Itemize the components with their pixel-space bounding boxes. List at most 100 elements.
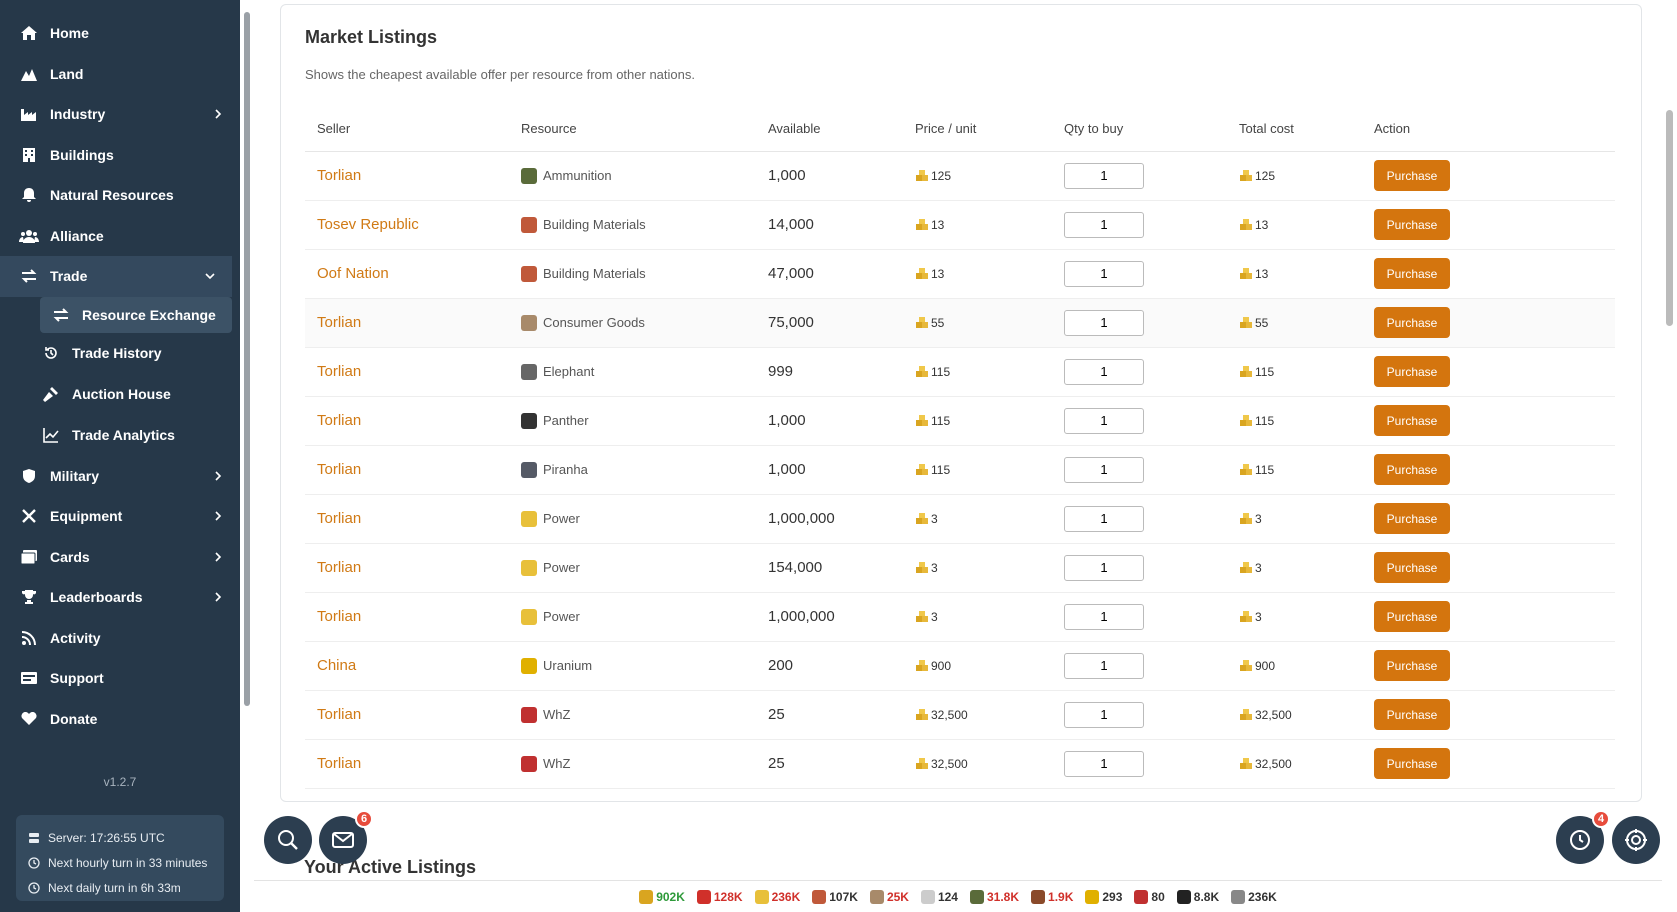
resource-bar-value: 124: [937, 889, 958, 904]
seller-link[interactable]: Torlian: [317, 755, 361, 772]
search-fab[interactable]: [264, 816, 312, 864]
available-cell: 1,000: [756, 445, 903, 495]
purchase-button[interactable]: Purchase: [1374, 650, 1450, 681]
purchase-button[interactable]: Purchase: [1374, 699, 1450, 730]
chevron-down-icon: [205, 273, 215, 280]
scrollbar-thumb[interactable]: [1666, 110, 1673, 326]
sidebar-item-trade[interactable]: Trade: [0, 256, 232, 297]
action-cell: Purchase: [1362, 151, 1615, 201]
total-cell: 13: [1227, 200, 1362, 250]
sidebar-item-land[interactable]: Land: [0, 54, 240, 95]
available-cell: 14,000: [756, 200, 903, 250]
seller-link[interactable]: Torlian: [317, 706, 361, 723]
seller-cell: Tosev Republic: [305, 200, 509, 250]
sidebar-item-cards[interactable]: Cards: [0, 537, 240, 578]
qty-input[interactable]: [1064, 554, 1144, 581]
table-row: Tosev Republic Building Materials 14,000 13…: [305, 200, 1615, 250]
action-cell: Purchase: [1362, 739, 1615, 789]
purchase-button[interactable]: Purchase: [1374, 307, 1450, 338]
price-cell: 115: [903, 347, 1052, 397]
seller-link[interactable]: Torlian: [317, 461, 361, 478]
sidebar-item-support[interactable]: Support: [0, 658, 240, 699]
seller-link[interactable]: Torlian: [317, 510, 361, 527]
total-cell: 125: [1227, 151, 1362, 201]
sidebar-item-label: Leaderboards: [50, 589, 143, 606]
sidebar-item-activity[interactable]: Activity: [0, 618, 240, 659]
main-scrollbar[interactable]: [1662, 0, 1677, 912]
main-content: Market Listings Shows the cheapest avail…: [254, 0, 1662, 912]
qty-cell: [1052, 543, 1227, 593]
resource-name: Building Materials: [543, 217, 646, 232]
qty-input[interactable]: [1064, 309, 1144, 336]
sidebar-scrollbar[interactable]: [240, 0, 254, 912]
seller-link[interactable]: Torlian: [317, 167, 361, 184]
sidebar-item-military[interactable]: Military: [0, 456, 240, 497]
purchase-button[interactable]: Purchase: [1374, 552, 1450, 583]
purchase-button[interactable]: Purchase: [1374, 601, 1450, 632]
seller-link[interactable]: Torlian: [317, 363, 361, 380]
qty-input[interactable]: [1064, 162, 1144, 189]
sidebar-subitem-auction-house[interactable]: Auction House: [0, 374, 240, 415]
seller-link[interactable]: Torlian: [317, 412, 361, 429]
scrollbar-thumb[interactable]: [244, 12, 250, 706]
target-fab[interactable]: [1612, 816, 1660, 864]
purchase-button[interactable]: Purchase: [1374, 160, 1450, 191]
resource-icon: [521, 657, 537, 674]
resource-bar-item: 124: [920, 889, 958, 904]
qty-input[interactable]: [1064, 260, 1144, 287]
available-cell: 25: [756, 690, 903, 740]
purchase-button[interactable]: Purchase: [1374, 258, 1450, 289]
sidebar-item-donate[interactable]: Donate: [0, 699, 240, 740]
total-value: 115: [1255, 413, 1275, 428]
available-value: 25: [768, 706, 785, 723]
resource-icon: [521, 608, 537, 625]
qty-input[interactable]: [1064, 407, 1144, 434]
seller-link[interactable]: Oof Nation: [317, 265, 389, 282]
qty-cell: [1052, 347, 1227, 397]
mail-icon: [332, 832, 354, 848]
seller-link[interactable]: Torlian: [317, 559, 361, 576]
total-cell: 115: [1227, 347, 1362, 397]
qty-input[interactable]: [1064, 358, 1144, 385]
sidebar-subitem-resource-exchange[interactable]: Resource Exchange: [40, 296, 232, 333]
resource-bar-value: 107K: [829, 889, 858, 904]
purchase-button[interactable]: Purchase: [1374, 356, 1450, 387]
clock-icon: [1570, 830, 1590, 850]
seller-link[interactable]: Tosev Republic: [317, 216, 419, 233]
purchase-button[interactable]: Purchase: [1374, 748, 1450, 779]
seller-link[interactable]: Torlian: [317, 608, 361, 625]
purchase-button[interactable]: Purchase: [1374, 209, 1450, 240]
sidebar-item-leaderboards[interactable]: Leaderboards: [0, 577, 240, 618]
history-fab[interactable]: 4: [1556, 810, 1610, 864]
price-cell: 13: [903, 249, 1052, 299]
qty-input[interactable]: [1064, 505, 1144, 532]
purchase-button[interactable]: Purchase: [1374, 503, 1450, 534]
qty-input[interactable]: [1064, 603, 1144, 630]
qty-input[interactable]: [1064, 750, 1144, 777]
purchase-button[interactable]: Purchase: [1374, 454, 1450, 485]
sidebar-subitem-trade-analytics[interactable]: Trade Analytics: [0, 415, 240, 456]
resource-icon: [521, 559, 537, 576]
purchase-button[interactable]: Purchase: [1374, 405, 1450, 436]
sidebar-item-industry[interactable]: Industry: [0, 94, 240, 135]
mail-fab[interactable]: 6: [319, 810, 373, 864]
seller-cell: Oof Nation: [305, 249, 509, 299]
seller-link[interactable]: Torlian: [317, 314, 361, 331]
resource-bar-value: 236K: [1248, 889, 1277, 904]
resource-name: Uranium: [543, 658, 593, 673]
seller-link[interactable]: China: [317, 657, 356, 674]
qty-input[interactable]: [1064, 456, 1144, 483]
sidebar-item-equipment[interactable]: Equipment: [0, 496, 240, 537]
qty-input[interactable]: [1064, 652, 1144, 679]
sidebar-subitem-trade-history[interactable]: Trade History: [0, 333, 240, 374]
resource-icon: [521, 706, 537, 723]
col-qty: Qty to buy: [1052, 107, 1227, 152]
sidebar-item-buildings[interactable]: Buildings: [0, 135, 240, 176]
seller-cell: Torlian: [305, 494, 509, 544]
sidebar-item-natural-resources[interactable]: Natural Resources: [0, 175, 240, 216]
sidebar-item-home[interactable]: Home: [0, 13, 240, 54]
qty-input[interactable]: [1064, 701, 1144, 728]
qty-input[interactable]: [1064, 211, 1144, 238]
table-row: Torlian Power 154,000 3 3 Purchase: [305, 543, 1615, 593]
sidebar-item-alliance[interactable]: Alliance: [0, 216, 240, 257]
